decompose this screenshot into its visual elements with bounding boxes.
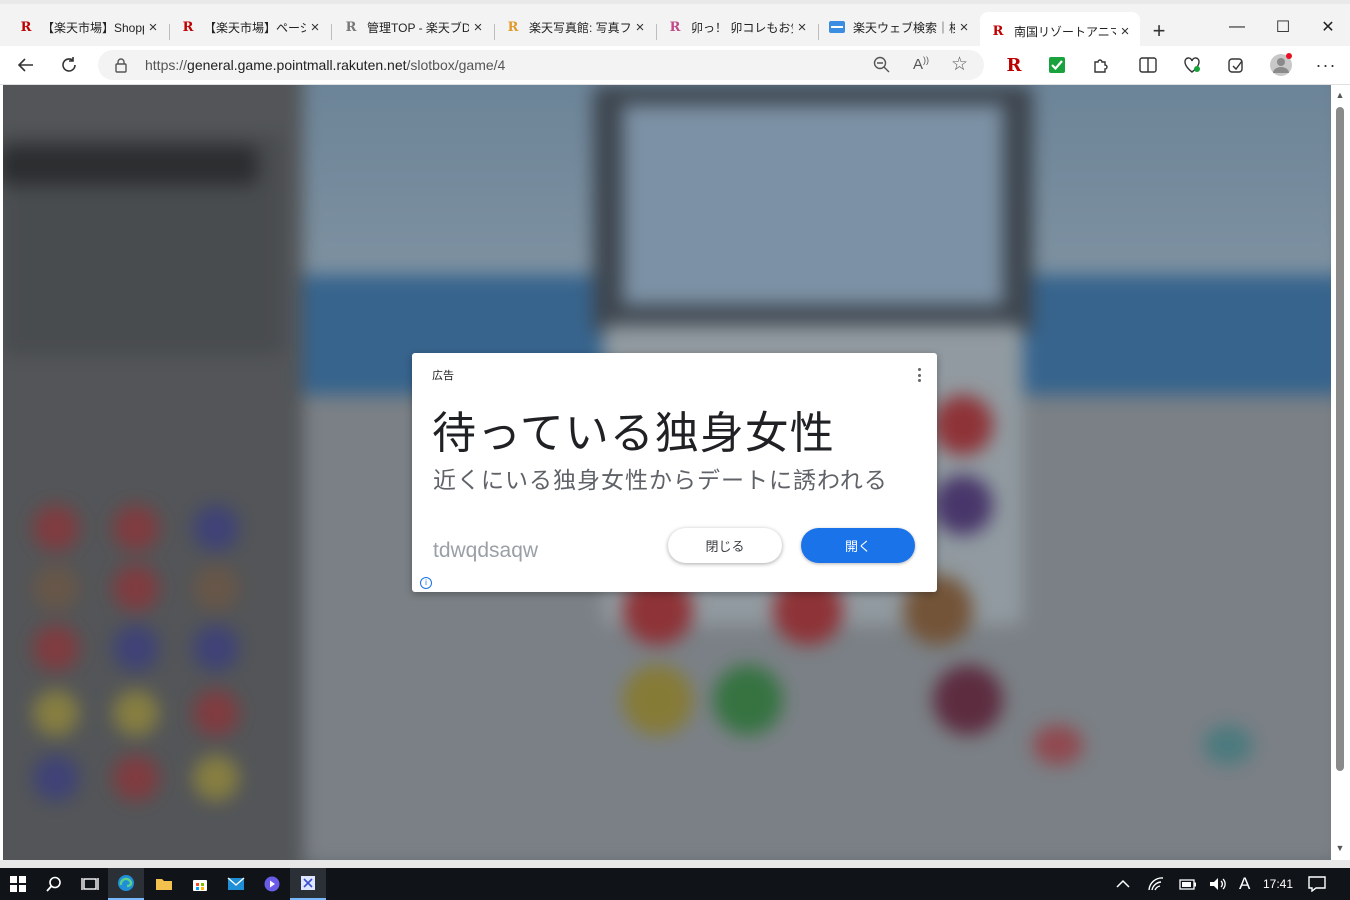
browser-tab[interactable]: R 楽天写真館: 写真フ × — [495, 12, 655, 42]
tab-title: 楽天写真館: 写真フ — [529, 20, 631, 35]
close-tab-icon[interactable]: × — [469, 18, 487, 36]
browser-essentials-icon[interactable] — [1177, 50, 1207, 80]
refresh-icon[interactable] — [54, 50, 84, 80]
new-tab-button[interactable]: + — [1146, 18, 1172, 44]
snipping-tool-icon[interactable] — [290, 868, 326, 900]
close-tab-icon[interactable]: × — [793, 18, 811, 36]
browser-tab[interactable]: 楽天ウェブ検索｜検 × — [819, 12, 979, 42]
zoom-icon[interactable] — [873, 56, 890, 78]
scrollbar-thumb[interactable] — [1336, 107, 1344, 771]
ad-dialog: 広告 待っている独身女性 近くにいる独身女性からデートに誘われる tdwqdsa… — [412, 353, 937, 592]
close-tab-icon[interactable]: × — [1116, 22, 1134, 40]
close-tab-icon[interactable]: × — [144, 18, 162, 36]
rakuten-favicon-icon: R — [507, 19, 519, 35]
search-icon[interactable] — [36, 868, 72, 900]
task-view-icon[interactable] — [72, 868, 108, 900]
tab-title: 【楽天市場】Shoppi — [42, 20, 144, 35]
windows-taskbar: A 17:41 — [0, 868, 1350, 900]
tab-title: 管理TOP - 楽天ブD — [367, 20, 469, 35]
address-bar[interactable]: https://general.game.pointmall.rakuten.n… — [98, 50, 984, 80]
browser-tab[interactable]: R 【楽天市場】Shoppi × — [8, 12, 168, 42]
tab-title: 卯っ！ 卯コレもお気 — [691, 20, 793, 35]
browser-tab[interactable]: R 卯っ！ 卯コレもお気 × — [657, 12, 817, 42]
tab-title: 【楽天市場】ページ間 — [204, 20, 306, 35]
ime-indicator[interactable]: A — [1239, 868, 1250, 900]
notifications-icon[interactable] — [1308, 868, 1326, 900]
scroll-down-icon[interactable]: ▼ — [1335, 843, 1345, 853]
ad-headline[interactable]: 待っている独身女性 — [432, 397, 835, 461]
network-icon[interactable] — [1148, 868, 1166, 900]
close-tab-icon[interactable]: × — [955, 18, 973, 36]
show-hidden-icons-icon[interactable] — [1116, 868, 1130, 900]
ad-open-button[interactable]: 開く — [801, 528, 915, 563]
collections-icon[interactable] — [1221, 50, 1251, 80]
read-aloud-icon[interactable]: A)) — [913, 55, 929, 73]
ad-options-icon[interactable] — [912, 365, 926, 385]
ad-info-icon[interactable]: i — [420, 577, 432, 589]
maximize-button[interactable]: ☐ — [1260, 12, 1306, 42]
clock-time[interactable]: 17:41 — [1263, 868, 1293, 900]
browser-tab[interactable]: R 管理TOP - 楽天ブD × — [333, 12, 493, 42]
ad-close-button[interactable]: 閉じる — [668, 528, 782, 563]
close-tab-icon[interactable]: × — [631, 18, 649, 36]
battery-icon[interactable] — [1179, 868, 1197, 900]
volume-icon[interactable] — [1209, 868, 1227, 900]
vertical-scrollbar[interactable]: ▲ ▼ — [1331, 85, 1350, 860]
rakuten-extension-icon[interactable]: R — [999, 50, 1029, 80]
extensions-icon[interactable] — [1086, 50, 1116, 80]
profile-avatar-icon[interactable] — [1266, 50, 1296, 80]
tab-strip: R【楽天市場】Shoppi×R【楽天市場】ページ間×R管理TOP - 楽天ブD×… — [0, 0, 1350, 50]
store-icon[interactable] — [182, 868, 218, 900]
check-extension-icon[interactable] — [1042, 50, 1072, 80]
file-explorer-icon[interactable] — [146, 868, 182, 900]
tab-title: 南国リゾートアニマル — [1014, 24, 1116, 39]
scroll-up-icon[interactable]: ▲ — [1335, 90, 1345, 100]
minimize-button[interactable]: — — [1214, 12, 1260, 42]
rakuten-favicon-icon: R — [345, 19, 357, 35]
favorite-star-icon[interactable]: ☆ — [951, 53, 968, 76]
url-text[interactable]: https://general.game.pointmall.rakuten.n… — [145, 57, 505, 73]
browser-tab[interactable]: R 【楽天市場】ページ間× — [170, 12, 330, 42]
edge-browser-icon[interactable] — [108, 868, 144, 900]
rakuten-favicon-icon: R — [992, 23, 1004, 39]
back-icon[interactable] — [11, 50, 41, 80]
ad-body-text[interactable]: 近くにいる独身女性からデートに誘われる — [433, 461, 888, 495]
start-windows-icon[interactable] — [0, 868, 36, 900]
browser-tab[interactable]: R 南国リゾートアニマル× — [980, 12, 1140, 50]
media-player-icon[interactable] — [254, 868, 290, 900]
rakuten-favicon-icon: R — [669, 19, 681, 35]
split-screen-icon[interactable] — [1133, 50, 1163, 80]
rakuten-favicon-icon: R — [182, 19, 194, 35]
close-window-button[interactable]: ✕ — [1305, 12, 1350, 42]
ad-advertiser-name[interactable]: tdwqdsaqw — [433, 539, 538, 563]
close-tab-icon[interactable]: × — [306, 18, 324, 36]
tab-title: 楽天ウェブ検索｜検 — [853, 20, 955, 35]
rakuten-favicon-icon: R — [20, 19, 32, 35]
web-search-favicon-icon — [829, 19, 845, 35]
mail-icon[interactable] — [218, 868, 254, 900]
ad-label: 広告 — [432, 370, 454, 382]
more-menu-icon[interactable]: ··· — [1311, 50, 1341, 80]
browser-toolbar: https://general.game.pointmall.rakuten.n… — [0, 46, 1350, 85]
lock-icon[interactable] — [114, 57, 128, 78]
